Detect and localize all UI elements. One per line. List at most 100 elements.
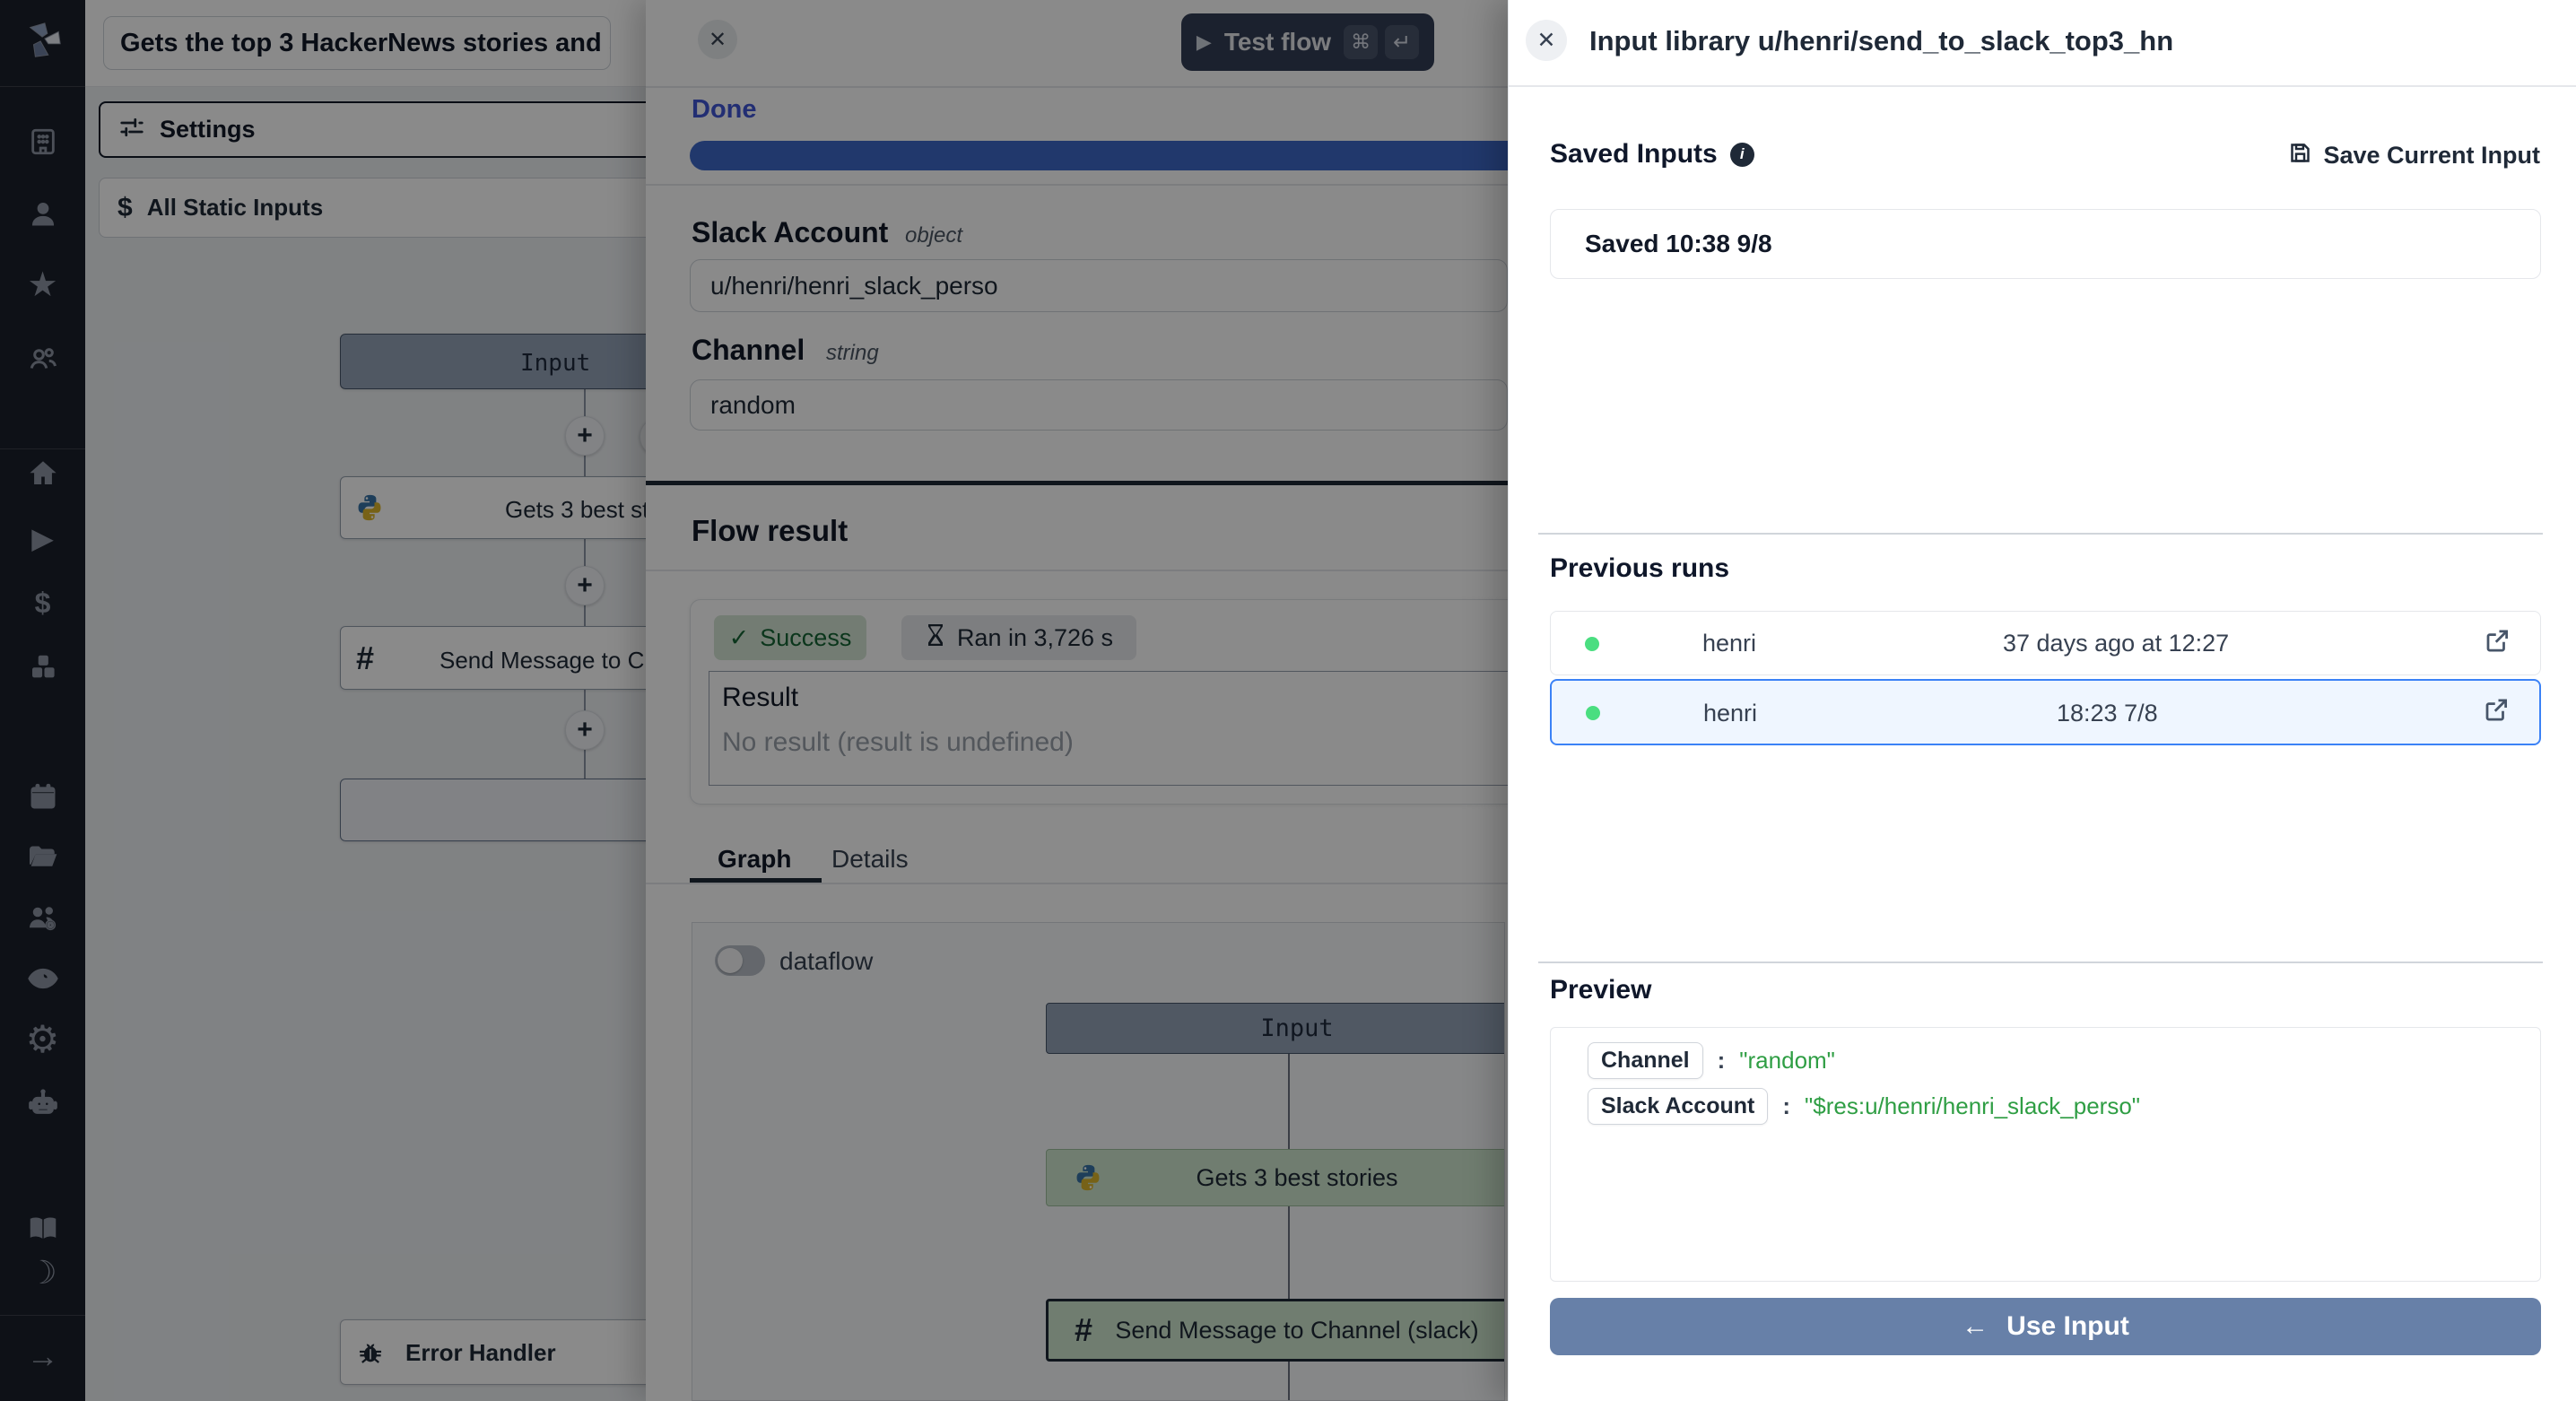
sliders-icon: [118, 114, 145, 145]
enter-key-icon: ↵: [1385, 25, 1419, 59]
windmill-app: ★ ▶ $ ⚙ ☾ →: [0, 0, 2576, 1401]
flow-node-error-handler[interactable]: Error Handler: [340, 1319, 646, 1385]
workspace-building-icon[interactable]: [0, 122, 85, 161]
hourglass-icon: [925, 623, 946, 653]
add-step-button[interactable]: +: [565, 710, 605, 750]
flow-editor-canvas: Settings $ All Static Inputs Input + Get…: [85, 87, 646, 1401]
ai-robot-icon[interactable]: [0, 1083, 85, 1123]
sidebar-divider: [0, 86, 85, 87]
close-icon[interactable]: ✕: [698, 20, 737, 59]
previous-run-row[interactable]: henri 37 days ago at 12:27: [1550, 611, 2541, 675]
channel-input[interactable]: random: [690, 379, 1508, 431]
runs-play-icon[interactable]: ▶: [0, 518, 85, 558]
audit-eye-icon[interactable]: [0, 959, 85, 998]
play-icon: ▶: [1197, 30, 1212, 54]
star-icon[interactable]: ★: [0, 265, 85, 305]
user-icon[interactable]: [0, 194, 85, 233]
divider: [646, 883, 1508, 884]
divider: [1538, 962, 2543, 963]
preview-heading: Preview: [1550, 975, 1651, 1005]
tab-graph[interactable]: Graph: [718, 845, 791, 874]
run-status-dot: [1586, 706, 1600, 720]
preview-entry: Channel : "random": [1588, 1042, 2540, 1079]
saved-input-item[interactable]: Saved 10:38 9/8: [1550, 209, 2541, 279]
windmill-logo-icon[interactable]: [0, 20, 85, 59]
settings-gear-icon[interactable]: ⚙: [0, 1020, 85, 1059]
dataflow-toggle[interactable]: [715, 945, 765, 976]
add-step-button[interactable]: +: [565, 416, 605, 456]
variables-dollar-icon[interactable]: $: [0, 583, 85, 622]
settings-label: Settings: [160, 116, 256, 144]
run-node-step2[interactable]: # Send Message to Channel (slack) a: [1046, 1299, 1505, 1362]
preview-value: "$res:u/henri/henri_slack_perso": [1805, 1092, 2140, 1120]
test-flow-drawer: ✕ ▶ Test flow ⌘ ↵ Done Slack Account obj…: [646, 0, 1508, 1401]
external-link-icon[interactable]: [2484, 628, 2511, 659]
preview-key: Slack Account: [1588, 1088, 1768, 1125]
expand-arrow-right-icon[interactable]: →: [0, 1336, 85, 1376]
preview-box: Channel : "random" Slack Account : "$res…: [1550, 1027, 2541, 1282]
flow-node-input[interactable]: Input: [340, 334, 646, 389]
divider: [646, 86, 1508, 88]
flow-node-step2[interactable]: # Send Message to Chan: [340, 626, 646, 690]
sidebar-divider: [0, 448, 85, 449]
all-static-inputs-button[interactable]: $ All Static Inputs: [99, 178, 646, 238]
cmd-key-icon: ⌘: [1344, 25, 1378, 59]
resources-cubes-icon[interactable]: [0, 648, 85, 688]
flow-node-result[interactable]: Result: [340, 779, 646, 841]
preview-entry: Slack Account : "$res:u/henri/henri_slac…: [1588, 1088, 2540, 1125]
slack-hash-icon: #: [1075, 1311, 1092, 1349]
saved-inputs-heading: Saved Inputs i: [1550, 139, 1754, 170]
divider: [1538, 533, 2543, 535]
add-step-button[interactable]: +: [565, 566, 605, 605]
save-current-input-button[interactable]: Save Current Input: [2288, 141, 2540, 170]
test-flow-button[interactable]: ▶ Test flow ⌘ ↵: [1181, 13, 1434, 71]
home-icon[interactable]: [0, 454, 85, 493]
divider: [646, 570, 1508, 571]
progress-bar: [690, 141, 1508, 170]
user-group-icon[interactable]: [0, 339, 85, 379]
run-status-dot: [1585, 637, 1599, 651]
add-branch-button[interactable]: [640, 417, 646, 457]
docs-book-icon[interactable]: [0, 1208, 85, 1248]
previous-run-row-selected[interactable]: henri 18:23 7/8: [1550, 679, 2541, 745]
flow-result-card: ✓ Success Ran in 3,726 s Result No resul…: [690, 599, 1508, 805]
result-empty-text: No result (result is undefined): [722, 727, 1074, 758]
schedules-calendar-icon[interactable]: [0, 777, 85, 816]
splitter-handle[interactable]: [646, 481, 1508, 485]
run-node-step1[interactable]: Gets 3 best stories b: [1046, 1149, 1505, 1206]
check-icon: ✓: [729, 624, 750, 652]
preview-value: "random": [1739, 1047, 1835, 1075]
all-static-inputs-label: All Static Inputs: [147, 194, 323, 222]
tab-details[interactable]: Details: [831, 845, 909, 874]
flow-settings-button[interactable]: Settings: [99, 101, 646, 158]
drawer-title: Input library u/henri/send_to_slack_top3…: [1589, 25, 2173, 57]
run-status-label: Done: [692, 95, 757, 125]
previous-runs-heading: Previous runs: [1550, 553, 1729, 584]
dollar-icon: $: [117, 193, 133, 223]
dataflow-label: dataflow: [779, 947, 873, 976]
run-node-input[interactable]: Input: [1046, 1003, 1505, 1054]
theme-moon-icon[interactable]: ☾: [0, 1253, 85, 1292]
close-icon[interactable]: ✕: [1526, 20, 1567, 61]
result-box: Result No result (result is undefined): [709, 671, 1509, 786]
slack-account-input[interactable]: u/henri/henri_slack_perso: [690, 259, 1508, 312]
flow-result-heading: Flow result: [692, 514, 848, 548]
save-floppy-icon: [2288, 141, 2312, 170]
use-input-button[interactable]: ← Use Input: [1550, 1298, 2541, 1355]
divider: [1509, 85, 2576, 87]
slack-hash-icon: #: [356, 640, 374, 677]
success-badge: ✓ Success: [714, 615, 866, 660]
toggle-knob: [718, 948, 743, 973]
bug-icon: [355, 1336, 386, 1371]
external-link-icon[interactable]: [2483, 697, 2510, 728]
flow-node-step1[interactable]: Gets 3 best stori: [340, 476, 646, 539]
divider: [646, 184, 1508, 186]
python-icon: [1073, 1162, 1103, 1199]
sidebar-divider: [0, 1315, 85, 1316]
run-graph-panel: dataflow Input Gets 3 best stories b # S…: [692, 922, 1505, 1401]
arrow-left-icon: ←: [1962, 1311, 1989, 1342]
info-icon[interactable]: i: [1730, 143, 1754, 167]
flow-title-input[interactable]: Gets the top 3 HackerNews stories and s: [103, 16, 611, 70]
workers-icon[interactable]: [0, 898, 85, 937]
folders-icon[interactable]: [0, 838, 85, 877]
